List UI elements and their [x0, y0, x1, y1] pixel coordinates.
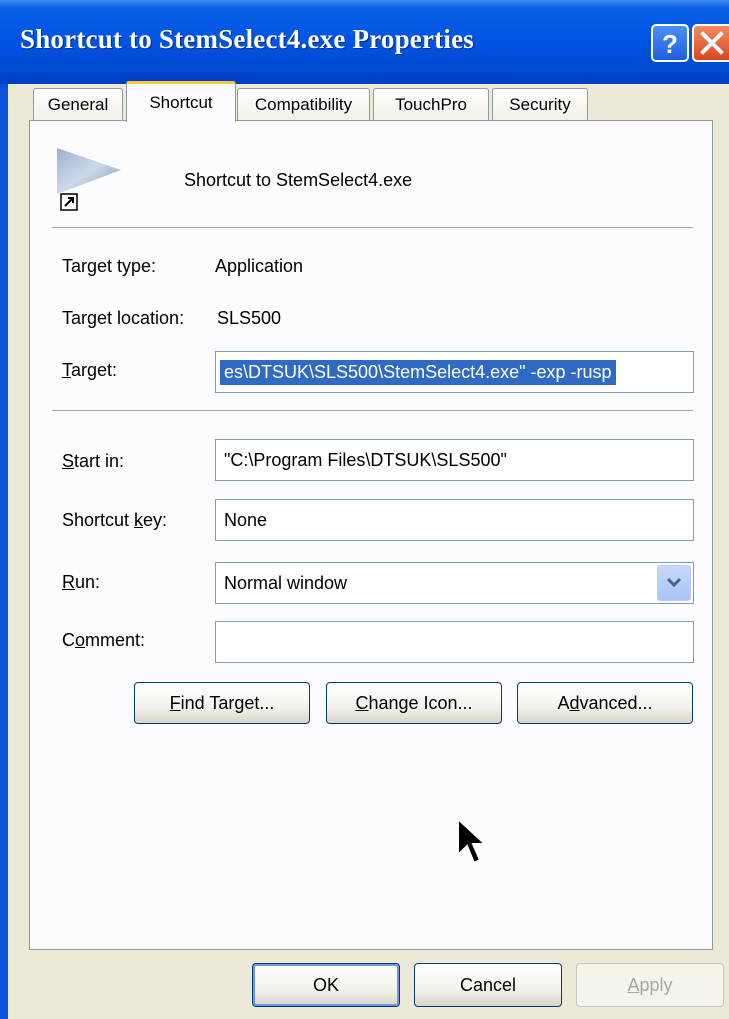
find-target-label: ind Target...: [180, 692, 275, 713]
close-icon: [700, 31, 724, 55]
shortcut-key-value: None: [224, 509, 268, 530]
window-frame-left: [0, 84, 8, 1019]
tab-shortcut[interactable]: Shortcut: [126, 81, 236, 122]
run-label: Run:: [62, 572, 100, 593]
run-label-rest: un:: [75, 572, 101, 592]
tab-compatibility[interactable]: Compatibility: [237, 88, 370, 121]
find-target-button[interactable]: Find Target...: [134, 682, 310, 724]
question-mark-icon: ?: [662, 29, 678, 59]
window-title: Shortcut to StemSelect4.exe Properties: [20, 24, 474, 54]
shortcut-key-label-mnemonic: k: [134, 510, 144, 530]
advanced-pre: A: [557, 692, 570, 713]
target-location-value: SLS500: [217, 308, 282, 328]
advanced-button[interactable]: Ad vanced...: [517, 682, 693, 724]
target-type-value: Application: [215, 256, 304, 276]
target-label-rest: arget:: [71, 360, 118, 380]
start-in-input[interactable]: "C:\Program Files\DTSUK\SLS500": [215, 439, 694, 481]
tab-shortcut-label: Shortcut: [149, 93, 213, 112]
shortcut-key-label-rest: ey:: [143, 510, 168, 530]
target-location-label: Target location:: [62, 308, 185, 328]
apply-label: pply: [639, 974, 673, 995]
start-in-value: "C:\Program Files\DTSUK\SLS500": [224, 449, 507, 470]
apply-mnemonic: A: [627, 974, 640, 995]
tab-security-label: Security: [509, 95, 571, 114]
shortcut-app-icon: [57, 148, 121, 211]
comment-label: Comment:: [62, 630, 145, 651]
target-input[interactable]: es\DTSUK\SLS500\StemSelect4.exe" -exp -r…: [215, 351, 694, 393]
comment-label-mnemonic: o: [75, 630, 86, 650]
apply-button[interactable]: Apply: [576, 963, 724, 1007]
shortcut-key-label: Shortcut key:: [62, 510, 167, 531]
tab-compatibility-label: Compatibility: [254, 95, 353, 114]
tab-touchpro-label: TouchPro: [395, 95, 467, 114]
svg-text:?: ?: [662, 29, 678, 59]
separator: [52, 410, 693, 412]
target-type-label: Target type:: [62, 256, 157, 276]
tab-general-label: General: [47, 95, 109, 114]
close-button[interactable]: [692, 24, 729, 62]
change-icon-button[interactable]: Change Icon...: [326, 682, 502, 724]
shortcut-key-label-pre: Shortcut: [62, 510, 135, 530]
comment-label-rest: mment:: [85, 630, 146, 650]
shortcut-key-input[interactable]: None: [215, 499, 694, 541]
target-label-mnemonic: T: [62, 360, 71, 380]
cancel-button[interactable]: Cancel: [414, 963, 562, 1007]
start-in-label: Start in:: [62, 451, 124, 472]
run-label-mnemonic: R: [62, 572, 75, 592]
advanced-label: vanced...: [579, 692, 653, 713]
chevron-down-icon: [666, 577, 682, 588]
comment-input[interactable]: [215, 621, 694, 663]
start-in-label-mnemonic: S: [62, 451, 75, 471]
start-in-label-rest: tart in:: [74, 451, 125, 471]
cancel-label: Cancel: [459, 974, 517, 995]
ok-label: OK: [312, 974, 339, 995]
run-dropdown-button[interactable]: [657, 565, 691, 601]
comment-label-pre: C: [62, 630, 75, 650]
find-target-mnemonic: F: [169, 692, 181, 713]
shortcut-name: Shortcut to StemSelect4.exe: [184, 170, 413, 190]
change-icon-label: hange Icon...: [368, 692, 473, 713]
tab-security[interactable]: Security: [492, 88, 588, 121]
target-input-value: es\DTSUK\SLS500\StemSelect4.exe" -exp -r…: [220, 359, 616, 385]
separator: [52, 227, 693, 229]
ok-button[interactable]: OK: [252, 963, 400, 1007]
target-label: Target:: [62, 360, 117, 381]
change-icon-mnemonic: C: [355, 692, 369, 713]
run-select-value: Normal window: [224, 572, 348, 593]
advanced-mnemonic: d: [569, 692, 580, 713]
tab-touchpro[interactable]: TouchPro: [373, 88, 489, 121]
help-button[interactable]: ?: [651, 24, 689, 62]
mouse-pointer-icon: [457, 817, 488, 865]
run-select[interactable]: Normal window: [215, 562, 694, 604]
tab-general[interactable]: General: [33, 88, 123, 121]
